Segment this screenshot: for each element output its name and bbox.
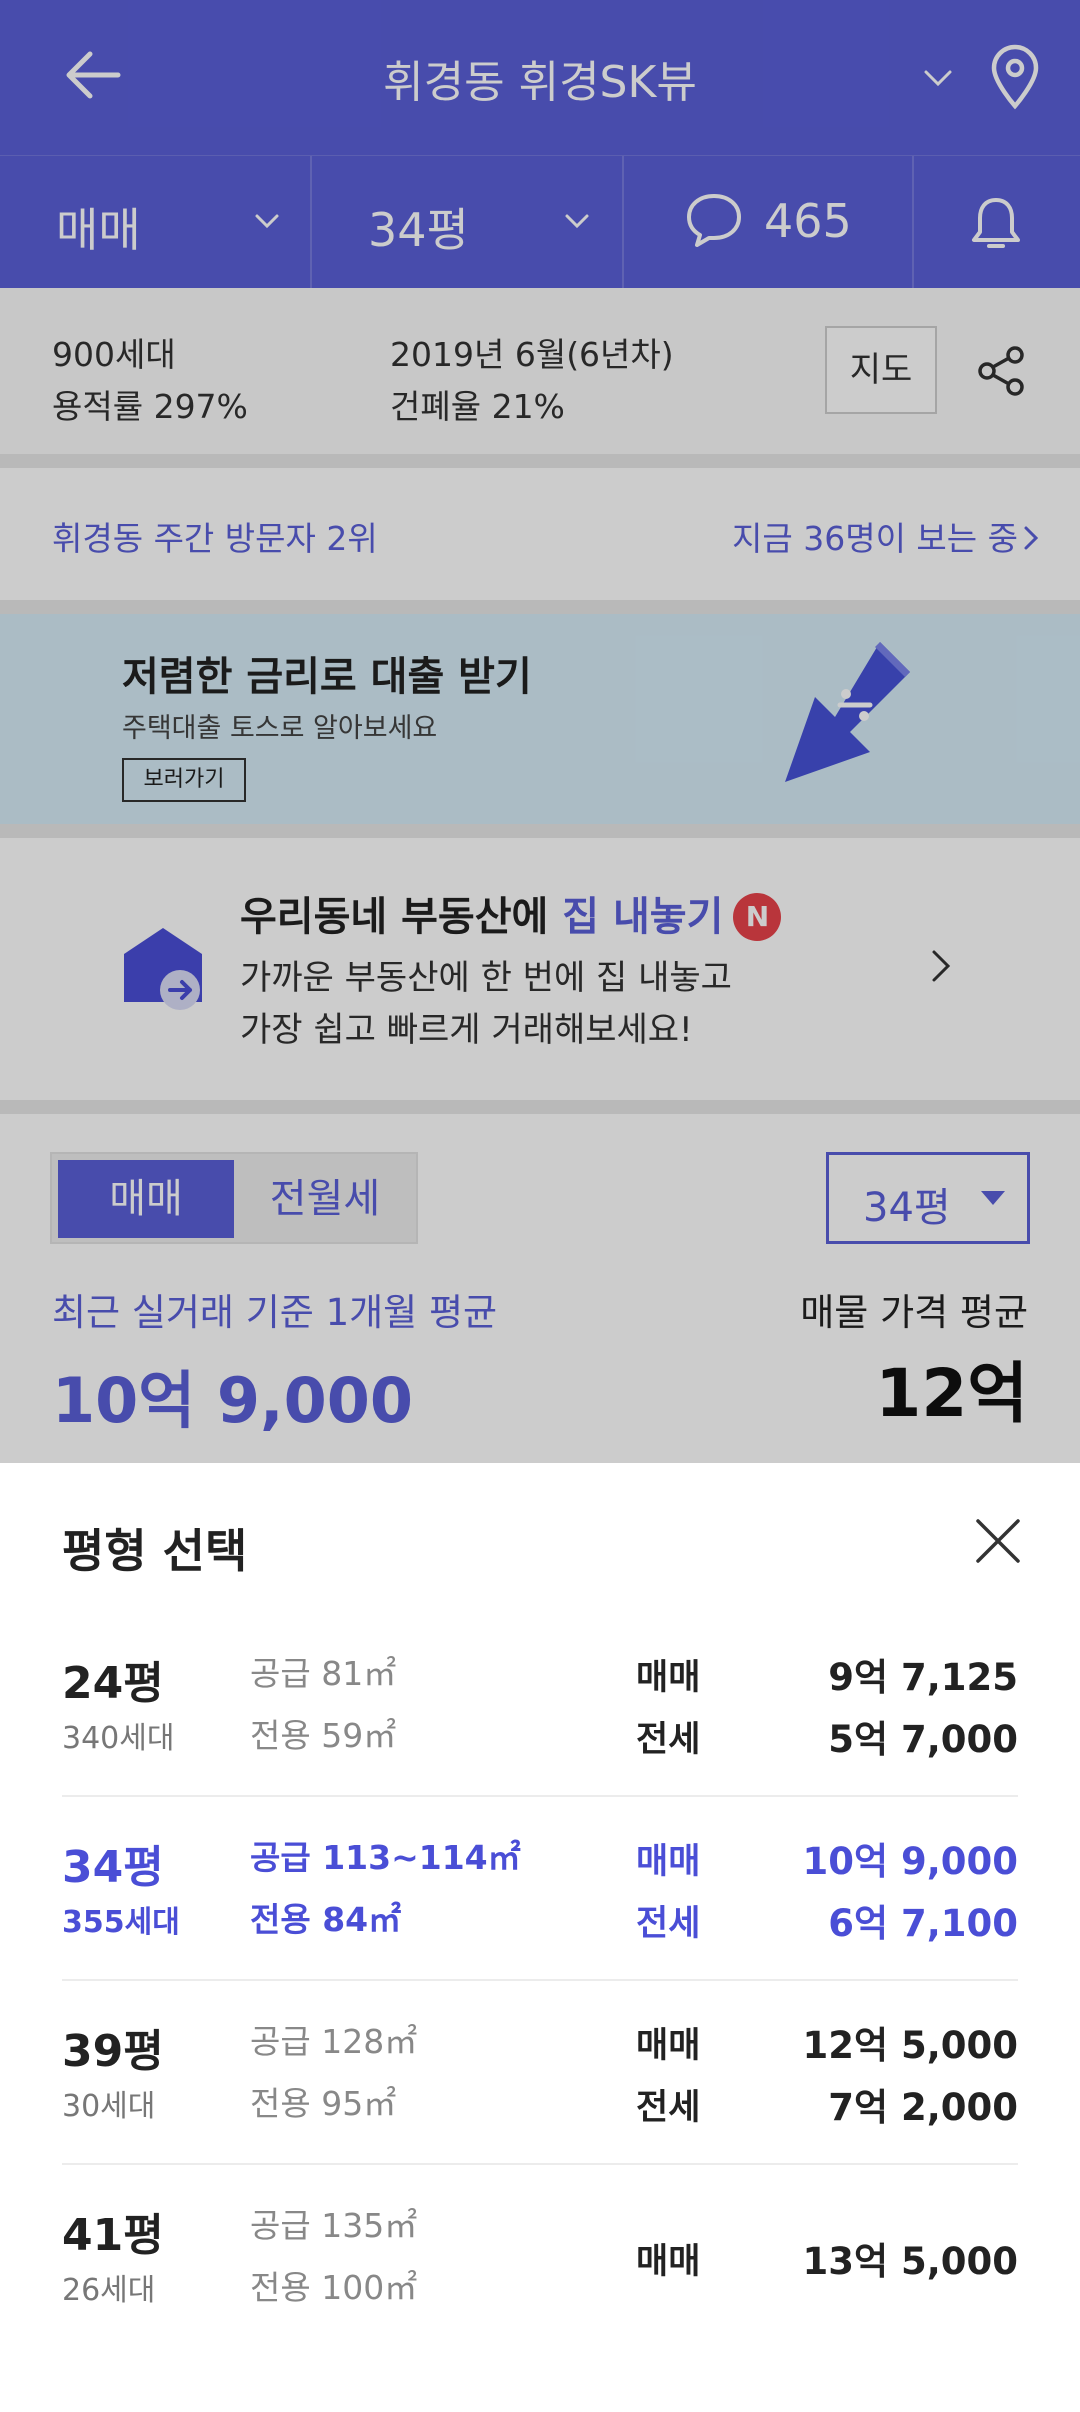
sale-price: 12억 5,000 (802, 2024, 1018, 2067)
size-pyeong: 41평 (62, 2210, 164, 2261)
size-households: 30세대 (62, 2089, 156, 2124)
sale-price: 10억 9,000 (802, 1840, 1018, 1883)
size-pyeong: 34평 (62, 1842, 164, 1893)
sale-label: 매매 (636, 1842, 701, 1882)
supply-area: 공급 113~114㎡ (250, 1838, 521, 1877)
sheet-title: 평형 선택 (62, 1524, 248, 1578)
exclusive-area: 전용 59㎡ (250, 1716, 397, 1755)
jeonse-label: 전세 (636, 1720, 701, 1760)
sale-price: 13억 5,000 (802, 2240, 1018, 2283)
sale-price: 9억 7,125 (828, 1656, 1018, 1699)
size-households: 26세대 (62, 2273, 156, 2308)
supply-area: 공급 128㎡ (250, 2022, 418, 2061)
sale-label: 매매 (636, 2242, 701, 2282)
exclusive-area: 전용 84㎡ (250, 1900, 402, 1939)
jeonse-price: 6억 7,100 (828, 1902, 1018, 1945)
size-option-41[interactable]: 41평 26세대 공급 135㎡ 전용 100㎡ 매매 13억 5,000 (62, 2165, 1018, 2349)
size-households: 340세대 (62, 1721, 175, 1756)
modal-scrim[interactable] (0, 0, 1080, 1463)
size-selection-sheet: 평형 선택 24평 340세대 공급 81㎡ 전용 59㎡ 매매 전세 9억 7… (0, 1463, 1080, 2412)
jeonse-price: 7억 2,000 (828, 2086, 1018, 2129)
size-households: 355세대 (62, 1905, 180, 1940)
supply-area: 공급 135㎡ (250, 2206, 418, 2245)
sale-label: 매매 (636, 2026, 701, 2066)
size-pyeong: 39평 (62, 2026, 164, 2077)
sale-label: 매매 (636, 1658, 701, 1698)
size-option-34[interactable]: 34평 355세대 공급 113~114㎡ 전용 84㎡ 매매 전세 10억 9… (62, 1797, 1018, 1981)
jeonse-label: 전세 (636, 2088, 701, 2128)
size-option-39[interactable]: 39평 30세대 공급 128㎡ 전용 95㎡ 매매 전세 12억 5,000 … (62, 1981, 1018, 2165)
jeonse-price: 5억 7,000 (828, 1718, 1018, 1761)
exclusive-area: 전용 100㎡ (250, 2268, 418, 2307)
exclusive-area: 전용 95㎡ (250, 2084, 397, 2123)
supply-area: 공급 81㎡ (250, 1654, 397, 1693)
close-icon[interactable] (972, 1515, 1024, 1567)
jeonse-label: 전세 (636, 1904, 701, 1944)
size-pyeong: 24평 (62, 1658, 164, 1709)
size-option-24[interactable]: 24평 340세대 공급 81㎡ 전용 59㎡ 매매 전세 9억 7,125 5… (62, 1613, 1018, 1797)
